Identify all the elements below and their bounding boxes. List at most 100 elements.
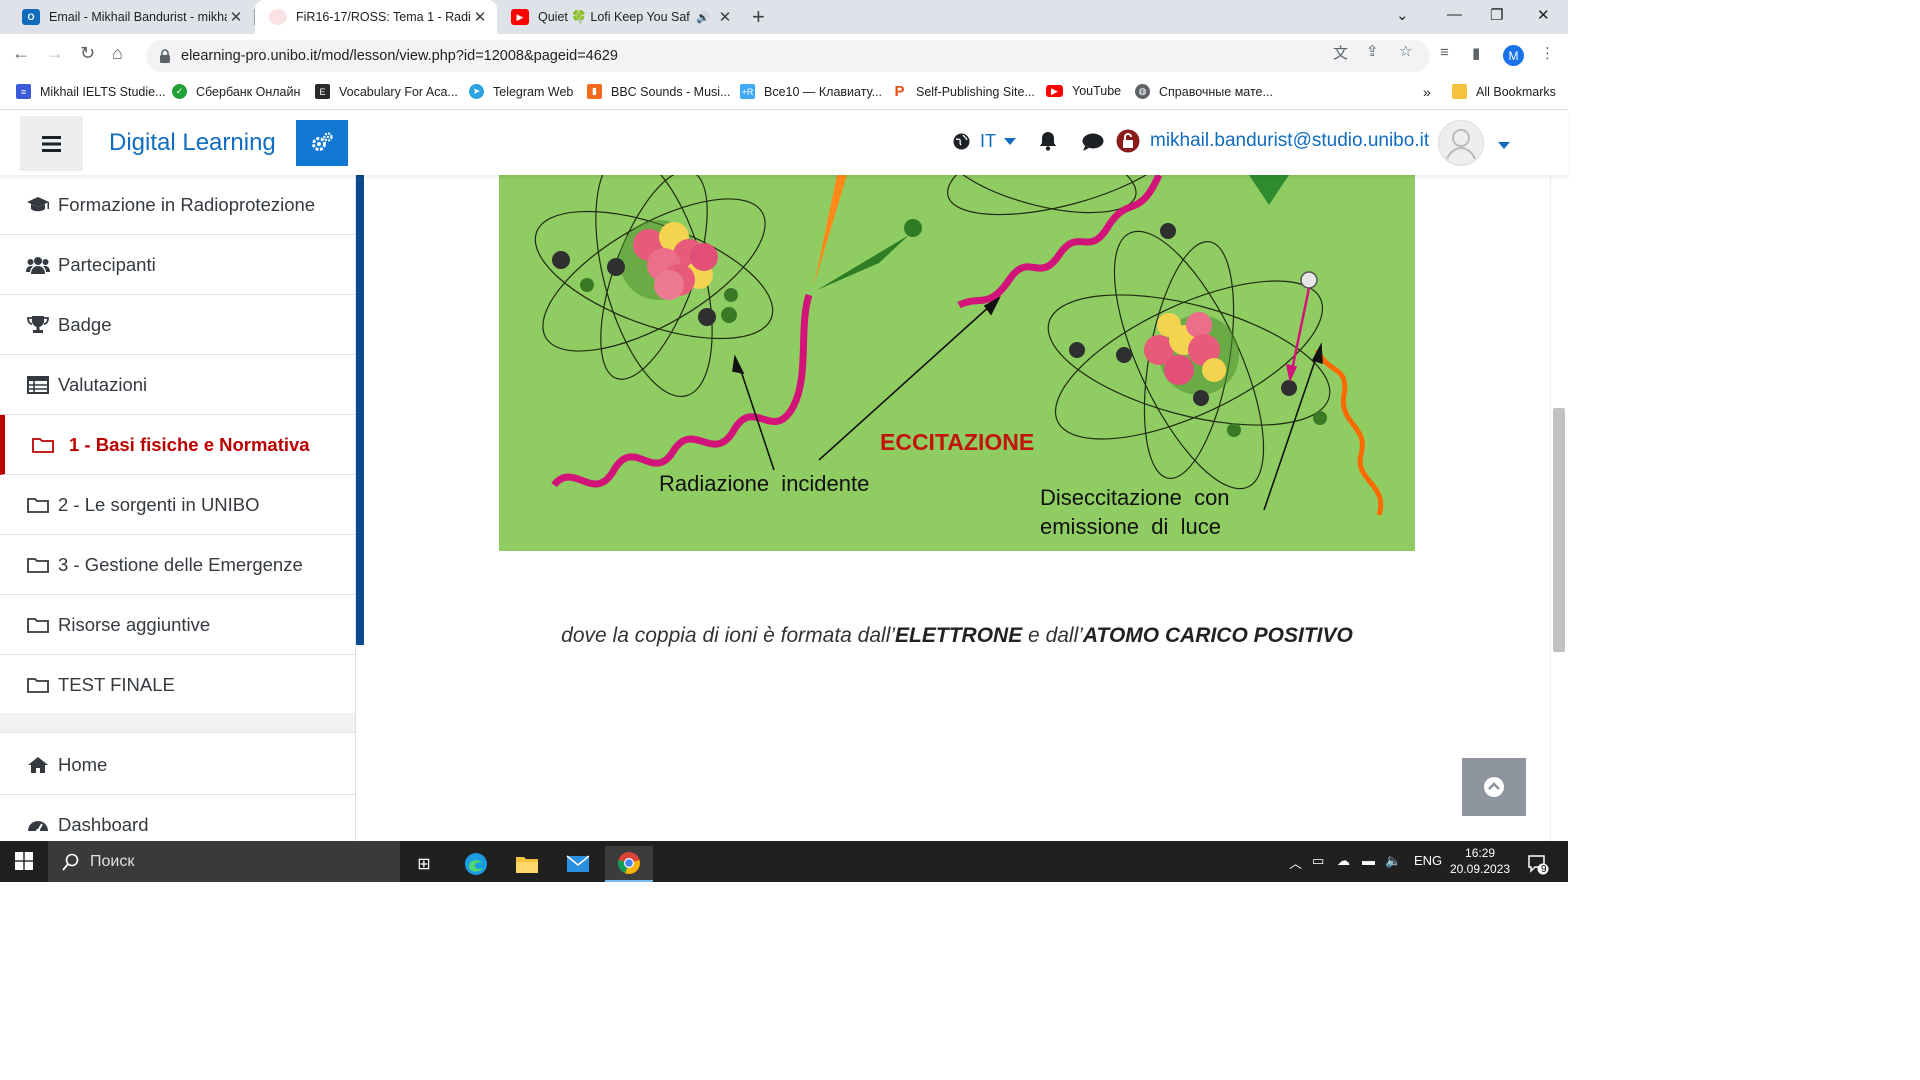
nav-item-label: TEST FINALE xyxy=(58,673,175,695)
user-menu-caret[interactable] xyxy=(1498,137,1510,155)
address-bar[interactable]: elearning-pro.unibo.it/mod/lesson/view.p… xyxy=(146,40,1430,72)
tab-youtube[interactable]: ▶ Quiet 🍀 Lofi Keep You Safe 🔊 ✕ xyxy=(497,0,742,34)
nav-item-section-2[interactable]: 2 - Le sorgenti in UNIBO xyxy=(0,475,355,535)
bookmark-label: BBC Sounds - Musi... xyxy=(611,84,731,99)
nav-item-course[interactable]: Formazione in Radioprotezione xyxy=(0,175,355,235)
translate-icon[interactable]: 文 xyxy=(1333,42,1348,63)
reload-icon[interactable]: ↻ xyxy=(80,43,95,64)
nav-item-final-test[interactable]: TEST FINALE xyxy=(0,655,355,715)
vse10-icon: +R xyxy=(740,84,755,99)
nav-item-section-1[interactable]: 1 - Basi fisiche e Normativa xyxy=(0,415,355,475)
all-bookmarks[interactable]: All Bookmarks xyxy=(1452,84,1556,99)
page-scrollbar-thumb[interactable] xyxy=(1553,408,1565,652)
drawer-toggle-button[interactable] xyxy=(20,116,83,171)
trophy-icon xyxy=(26,315,50,335)
bookmark-item[interactable]: ▶ YouTube xyxy=(1046,84,1121,98)
nav-item-section-3[interactable]: 3 - Gestione delle Emergenze xyxy=(0,535,355,595)
bookmark-item[interactable]: ➤ Telegram Web xyxy=(469,84,573,99)
excitation-diagram: ECCITAZIONE Radiazione incidente Disecci… xyxy=(499,175,1415,551)
home-icon[interactable]: ⌂ xyxy=(112,43,123,64)
profile-avatar[interactable]: M xyxy=(1503,45,1524,66)
new-tab-icon[interactable]: + xyxy=(752,4,765,30)
taskbar-edge[interactable] xyxy=(452,846,500,882)
clock-date: 20.09.2023 xyxy=(1450,862,1511,876)
sberbank-icon: ✓ xyxy=(172,84,187,99)
bookmark-item[interactable]: ▮ BBC Sounds - Musi... xyxy=(587,84,731,99)
avatar-placeholder-icon xyxy=(1446,129,1476,160)
site-info-icon[interactable] xyxy=(159,49,171,63)
folder-icon xyxy=(31,436,55,454)
nav-item-label: 2 - Le sorgenti in UNIBO xyxy=(58,493,260,515)
restore-icon[interactable]: ❐ xyxy=(1490,6,1503,24)
side-panel-icon[interactable]: ▮ xyxy=(1472,44,1480,62)
caret-down-icon xyxy=(1004,137,1016,145)
bookmark-label: Vocabulary For Aca... xyxy=(339,84,458,99)
input-language[interactable]: ENG xyxy=(1414,853,1442,868)
tray-overflow-icon[interactable]: ︿ xyxy=(1289,853,1302,872)
site-name[interactable]: Digital Learning xyxy=(109,129,276,157)
nav-item-label: Valutazioni xyxy=(58,373,148,395)
home-icon xyxy=(26,756,50,774)
globe-icon xyxy=(953,133,970,150)
caption-text: e dall’ xyxy=(1022,624,1083,647)
nav-item-participants[interactable]: Partecipanti xyxy=(0,235,355,295)
volume-icon[interactable]: 🔈 xyxy=(1385,853,1401,869)
tab-search-icon[interactable]: ⌄ xyxy=(1396,6,1409,24)
notification-center[interactable]: 9 xyxy=(1518,846,1558,882)
taskbar-explorer[interactable] xyxy=(503,846,551,882)
tab-moodle[interactable]: FiR16-17/ROSS: Tema 1 - Radiop ✕ xyxy=(255,0,497,34)
user-avatar[interactable] xyxy=(1438,120,1484,166)
label-deexcitation-1: Diseccitazione con xyxy=(1040,485,1230,510)
close-tab-icon[interactable]: ✕ xyxy=(716,8,734,26)
bookmark-item[interactable]: E Vocabulary For Aca... xyxy=(315,84,458,99)
close-tab-icon[interactable]: ✕ xyxy=(227,8,245,26)
share-icon[interactable]: ⇪ xyxy=(1366,42,1379,60)
menu-kebab-icon[interactable]: ⋮ xyxy=(1540,44,1555,62)
close-tab-icon[interactable]: ✕ xyxy=(471,8,489,26)
notifications-button[interactable] xyxy=(1038,131,1058,156)
bookmark-label: Mikhail IELTS Studie... xyxy=(40,84,166,99)
edge-icon xyxy=(465,853,487,875)
speaker-icon[interactable]: 🔊 xyxy=(696,11,710,24)
taskbar-clock[interactable]: 16:29 20.09.2023 xyxy=(1450,845,1510,877)
battery-icon[interactable]: ▬ xyxy=(1362,853,1375,868)
network-icon[interactable]: ▭ xyxy=(1312,853,1324,869)
start-button[interactable] xyxy=(0,843,48,879)
bookmarks-overflow[interactable]: » xyxy=(1423,84,1431,100)
reading-list-icon[interactable]: ≡ xyxy=(1440,44,1449,61)
close-window-icon[interactable]: ✕ xyxy=(1537,6,1550,24)
telegram-icon: ➤ xyxy=(469,84,484,99)
docs-icon: ≡ xyxy=(16,84,31,99)
settings-button[interactable] xyxy=(296,120,348,166)
task-view-button[interactable]: ⊞ xyxy=(400,846,448,882)
tab-email[interactable]: O Email - Mikhail Bandurist - mikha ✕ xyxy=(8,0,253,34)
nav-item-home[interactable]: Home xyxy=(0,735,355,795)
nav-item-dashboard[interactable]: Dashboard xyxy=(0,795,355,841)
taskbar-mail[interactable] xyxy=(554,846,602,882)
dashboard-icon xyxy=(26,816,50,834)
onedrive-icon[interactable]: ☁ xyxy=(1337,853,1350,869)
bookmark-item[interactable]: +R Все10 — Клавиату... xyxy=(740,84,882,99)
bookmark-label: Self-Publishing Site... xyxy=(916,84,1035,99)
bookmark-item[interactable]: ≡ Mikhail IELTS Studie... xyxy=(16,84,166,99)
taskbar-chrome[interactable] xyxy=(605,846,653,882)
messages-button[interactable] xyxy=(1082,133,1104,156)
nav-item-resources[interactable]: Risorse aggiuntive xyxy=(0,595,355,655)
back-icon[interactable]: ← xyxy=(12,43,30,64)
file-explorer-icon xyxy=(516,857,538,873)
back-to-top-button[interactable] xyxy=(1462,758,1526,816)
sidebar-scrollbar-thumb[interactable] xyxy=(356,175,364,645)
bookmark-item[interactable]: P Self-Publishing Site... xyxy=(892,83,1035,100)
minimize-icon[interactable]: — xyxy=(1447,6,1462,23)
language-menu[interactable]: IT xyxy=(953,131,1016,152)
bookmark-item[interactable]: ◍ Справочные мате... xyxy=(1135,84,1273,99)
user-menu[interactable]: mikhail.bandurist@studio.unibo.it xyxy=(1116,129,1429,153)
nav-item-badges[interactable]: Badge xyxy=(0,295,355,355)
nav-item-label: Formazione in Radioprotezione xyxy=(58,193,316,215)
folder-icon xyxy=(26,556,50,574)
taskbar-search-box[interactable]: Поиск xyxy=(48,841,400,882)
forward-icon[interactable]: → xyxy=(46,43,64,64)
bookmark-star-icon[interactable]: ☆ xyxy=(1399,42,1412,60)
bookmark-item[interactable]: ✓ Сбербанк Онлайн xyxy=(172,84,300,99)
nav-item-grades[interactable]: Valutazioni xyxy=(0,355,355,415)
